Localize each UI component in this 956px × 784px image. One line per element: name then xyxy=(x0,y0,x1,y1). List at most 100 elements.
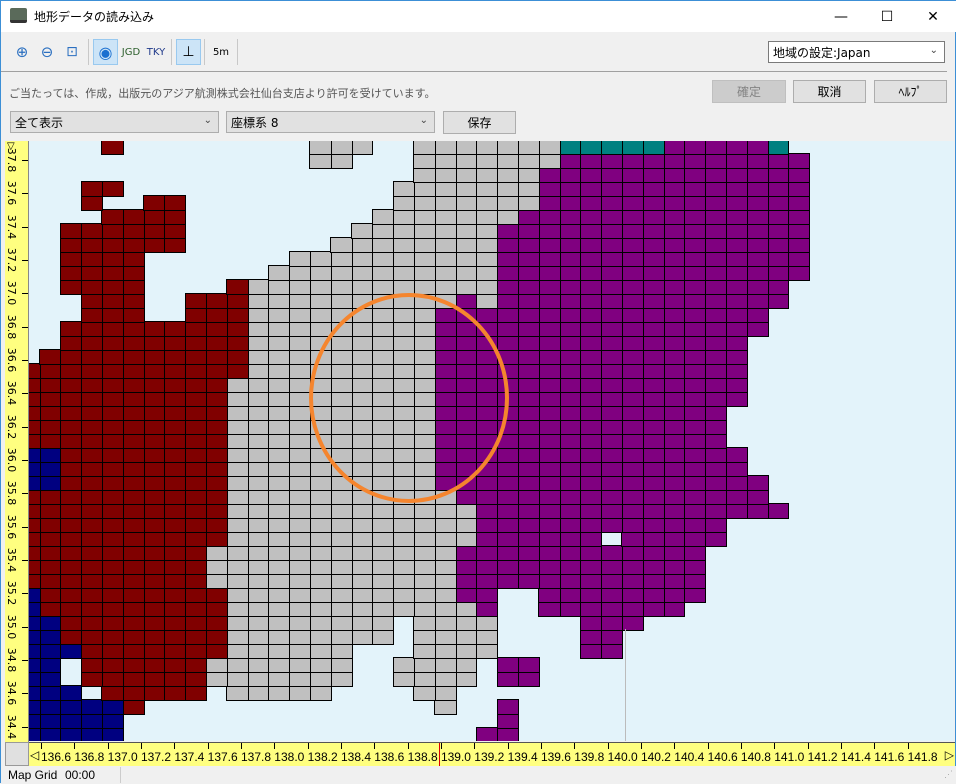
coord-system-value: 座標系 8 xyxy=(231,115,279,130)
ruler-tick xyxy=(640,743,642,749)
maximize-button[interactable]: ☐ xyxy=(864,1,910,32)
status-time: 00:00 xyxy=(65,768,96,782)
scale-button[interactable]: 5m xyxy=(209,39,233,65)
ruler-tick xyxy=(607,743,609,749)
longitude-label: 139.0 xyxy=(440,750,471,764)
ruler-corner xyxy=(5,742,29,766)
longitude-label: 141.8 xyxy=(907,750,938,764)
longitude-label: 139.6 xyxy=(540,750,571,764)
window-title: 地形データの読み込み xyxy=(34,10,155,24)
latitude-ruler[interactable]: ▽ 37.8 37.6 37.4 37.2 37.0 36.8 36.6 36.4 36.2 36… xyxy=(5,141,29,742)
toolbar-separator xyxy=(88,39,89,65)
confirm-button[interactable]: 確定 xyxy=(712,80,786,103)
ruler-tick xyxy=(22,359,28,361)
ruler-tick xyxy=(140,743,142,749)
ruler-tick xyxy=(807,743,809,749)
longitude-label: 137.4 xyxy=(174,750,205,764)
toolbar-separator xyxy=(237,39,238,65)
scroll-right-icon[interactable]: ▷ xyxy=(945,748,954,762)
longitude-label: 139.4 xyxy=(507,750,538,764)
help-button[interactable]: ﾍﾙﾌﾟ xyxy=(874,80,947,103)
ruler-tick xyxy=(22,659,28,661)
jgd-button[interactable]: JGD xyxy=(120,39,142,65)
display-filter-select[interactable]: 全て表示 ⌄ xyxy=(10,111,219,133)
close-button[interactable]: ✕ xyxy=(910,1,956,32)
longitude-label: 141.0 xyxy=(774,750,805,764)
longitude-label: 137.0 xyxy=(107,750,138,764)
toolbar-separator xyxy=(204,39,205,65)
ruler-tick xyxy=(907,743,909,749)
longitude-label: 141.2 xyxy=(807,750,838,764)
region-select[interactable]: 地域の設定:Japan ⌄ xyxy=(768,41,945,63)
longitude-label: 137.6 xyxy=(207,750,238,764)
status-divider xyxy=(120,767,121,783)
region-select-value: 地域の設定:Japan xyxy=(773,45,871,60)
toolbar-separator xyxy=(171,39,172,65)
ruler-tick xyxy=(174,743,176,749)
longitude-label: 136.6 xyxy=(41,750,72,764)
ruler-tick xyxy=(74,743,76,749)
longitude-label: 140.2 xyxy=(640,750,671,764)
axes-icon[interactable]: ⊥ xyxy=(176,39,201,65)
ruler-tick xyxy=(240,743,242,749)
chevron-down-icon: ⌄ xyxy=(419,115,428,126)
longitude-label: 139.8 xyxy=(574,750,605,764)
ruler-tick xyxy=(22,626,28,628)
notice-text: ご当たっては、作成，出版元のアジア航測株式会社仙台支店より許可を受けています。 xyxy=(9,87,436,100)
longitude-label: 141.4 xyxy=(840,750,871,764)
longitude-label: 138.8 xyxy=(407,750,438,764)
ruler-tick xyxy=(274,743,276,749)
app-icon xyxy=(10,8,27,23)
longitude-label: 137.2 xyxy=(140,750,172,764)
longitude-label: 138.2 xyxy=(307,750,338,764)
ruler-tick xyxy=(22,426,28,428)
longitude-label: 140.0 xyxy=(607,750,638,764)
scroll-left-icon[interactable]: ◁ xyxy=(30,748,39,762)
chevron-down-icon: ⌄ xyxy=(929,45,938,56)
minimize-button[interactable]: — xyxy=(818,1,864,32)
tky-button[interactable]: TKY xyxy=(145,39,167,65)
ruler-tick xyxy=(374,743,376,749)
coord-system-select[interactable]: 座標系 8 ⌄ xyxy=(226,111,435,133)
ruler-tick xyxy=(440,743,442,749)
ruler-tick xyxy=(22,293,28,295)
latitude-label: 34.4 xyxy=(5,714,18,739)
ruler-tick xyxy=(22,593,28,595)
longitude-label: 140.6 xyxy=(707,750,738,764)
ruler-tick xyxy=(22,226,28,228)
ruler-tick xyxy=(22,459,28,461)
ruler-tick xyxy=(22,693,28,695)
globe-icon[interactable]: ◉ xyxy=(93,39,118,65)
longitude-ruler[interactable]: ◁ ▷ 136.6 136.8 137.0 137.2 137.4 137.6 137.8 1… xyxy=(29,742,955,766)
ruler-tick xyxy=(207,743,209,749)
ruler-tick xyxy=(22,193,28,195)
ruler-tick xyxy=(22,326,28,328)
window: 地形データの読み込み — ☐ ✕ ⊕ ⊖ ⊡ ◉ JGD TKY ⊥ 5m 地域… xyxy=(0,0,956,784)
ruler-tick xyxy=(307,743,309,749)
longitude-label: 138.4 xyxy=(340,750,371,764)
ruler-tick xyxy=(22,493,28,495)
ruler-tick xyxy=(540,743,542,749)
ruler-tick xyxy=(22,160,28,161)
cancel-button[interactable]: 取消 xyxy=(793,80,866,103)
resize-grip-icon[interactable]: ⋰ xyxy=(944,769,953,780)
ruler-tick xyxy=(107,743,109,749)
longitude-label: 140.8 xyxy=(740,750,771,764)
ruler-tick xyxy=(774,743,776,749)
display-filter-value: 全て表示 xyxy=(15,115,64,130)
zoom-in-icon[interactable]: ⊕ xyxy=(11,39,33,65)
zoom-fit-icon[interactable]: ⊡ xyxy=(61,39,83,65)
ruler-tick xyxy=(874,743,876,749)
save-button[interactable]: 保存 xyxy=(443,111,516,134)
ruler-tick xyxy=(22,259,28,261)
longitude-label: 137.8 xyxy=(240,750,271,764)
zoom-out-icon[interactable]: ⊖ xyxy=(36,39,58,65)
longitude-label: 140.4 xyxy=(674,750,705,764)
longitude-label: 138.0 xyxy=(274,750,305,764)
longitude-label: 136.8 xyxy=(74,750,105,764)
ruler-tick xyxy=(340,743,342,749)
ruler-tick xyxy=(740,743,742,749)
ruler-tick xyxy=(407,743,409,749)
map-canvas[interactable] xyxy=(29,141,954,741)
ruler-tick xyxy=(474,743,476,749)
